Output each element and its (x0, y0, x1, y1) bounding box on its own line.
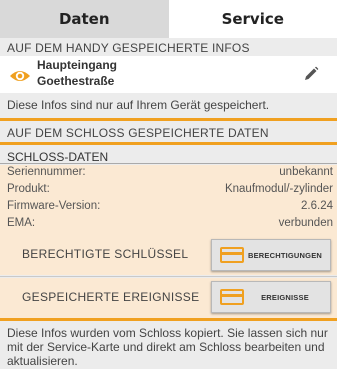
events-button-label: EREIGNISSE (261, 292, 309, 302)
pencil-icon[interactable] (303, 66, 319, 82)
permissions-button-label: BERECHTIGUNGEN (247, 250, 323, 260)
card-icon (220, 247, 244, 263)
data-label: Firmware-Version: (7, 200, 101, 212)
eye-icon (10, 71, 30, 81)
authorized-keys-label: BERECHTIGTE SCHLÜSSEL (22, 247, 189, 261)
data-value: Knaufmodul/-zylinder (224, 183, 333, 195)
subheader-divider (0, 163, 337, 164)
section-divider (0, 142, 337, 145)
data-row-ema: EMA: verbunden (0, 217, 337, 231)
location-name: Haupteingang (37, 58, 117, 72)
tab-daten[interactable]: Daten (0, 0, 169, 38)
section-divider (0, 118, 337, 121)
stored-events-label: GESPEICHERTE EREIGNISSE (22, 290, 200, 304)
data-label: EMA: (7, 217, 36, 229)
data-label: Produkt: (7, 183, 50, 195)
events-button[interactable]: EREIGNISSE (211, 281, 331, 313)
location-street: Goethestraße (37, 74, 115, 88)
data-value: verbunden (278, 217, 333, 229)
permissions-button[interactable]: BERECHTIGUNGEN (211, 239, 331, 271)
card-icon (220, 289, 244, 305)
tab-bar: Daten Service (0, 0, 337, 38)
data-label: Seriennummer: (7, 166, 86, 178)
data-value: unbekannt (279, 166, 333, 178)
section-divider (0, 318, 337, 321)
authorized-keys-row: BERECHTIGTE SCHLÜSSEL BERECHTIGUNGEN (0, 235, 337, 275)
data-row-product: Produkt: Knaufmodul/-zylinder (0, 183, 337, 197)
phone-info-note: Diese Infos sind nur auf Ihrem Gerät ges… (7, 98, 270, 112)
footer-note: Diese Infos wurden vom Schloss kopiert. … (7, 326, 328, 368)
tab-service[interactable]: Service (168, 0, 337, 38)
location-entry[interactable]: Haupteingang Goethestraße (0, 56, 337, 93)
phone-info-header: AUF DEM HANDY GESPEICHERTE INFOS (7, 41, 250, 55)
lock-data-header: AUF DEM SCHLOSS GESPEICHERTE DATEN (7, 126, 269, 140)
data-value: 2.6.24 (301, 200, 333, 212)
data-row-firmware: Firmware-Version: 2.6.24 (0, 200, 337, 214)
row-divider (0, 276, 337, 277)
lock-data-subheader: SCHLOSS-DATEN (7, 150, 109, 164)
stored-events-row: GESPEICHERTE EREIGNISSE EREIGNISSE (0, 278, 337, 318)
data-row-serial: Seriennummer: unbekannt (0, 166, 337, 180)
